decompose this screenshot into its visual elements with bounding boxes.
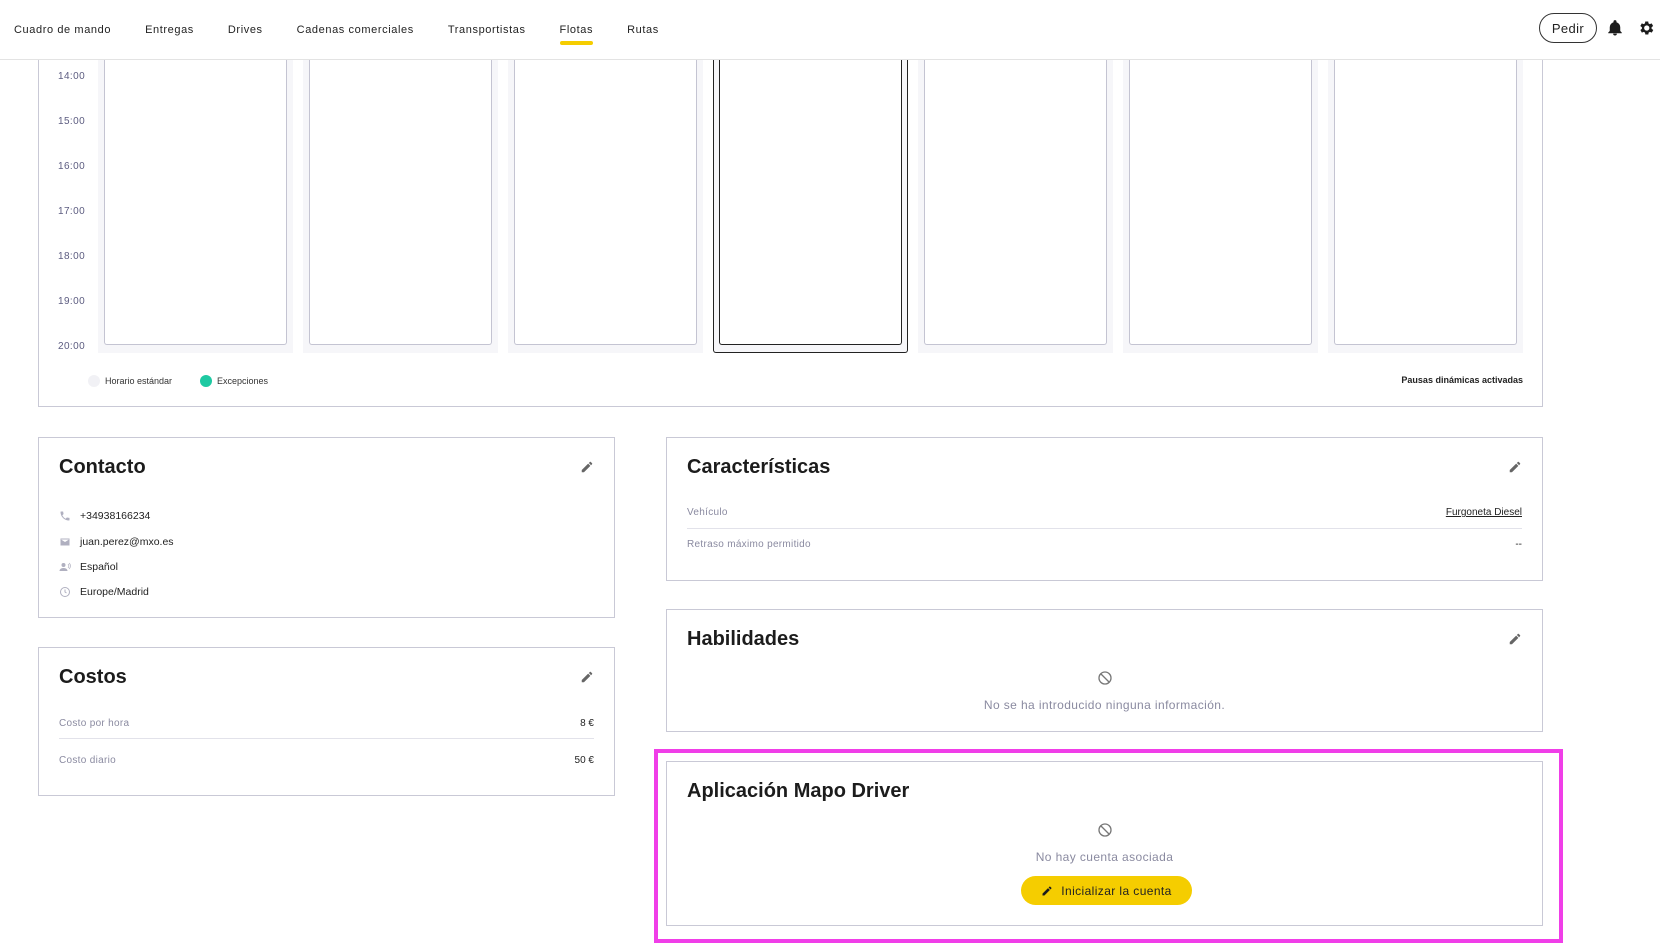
card-title: Habilidades [687,628,800,650]
day-slot[interactable] [1129,60,1312,345]
contact-email: juan.perez@mxo.es [80,536,174,548]
day-slot[interactable] [104,60,287,345]
skills-empty-message: No se ha introducido ninguna información… [983,698,1226,712]
nav-item-drives[interactable]: Drives [228,0,263,60]
pencil-edit-icon[interactable] [580,670,594,684]
contact-timezone-row: Europe/Madrid [59,586,149,598]
contact-phone-row: +34938166234 [59,510,150,522]
contact-phone: +34938166234 [80,510,151,522]
day-slot[interactable] [1334,60,1517,345]
day-column-selected[interactable] [713,60,908,353]
cost-daily-label: Costo diario [59,755,116,766]
max-delay-value: -- [1515,539,1522,550]
legend-exceptions: Excepciones [200,375,268,387]
divider [687,528,1522,529]
legend-standard-label: Horario estándar [105,376,173,386]
card-title: Características [687,456,831,478]
phone-icon [60,511,70,521]
day-slot[interactable] [309,60,492,345]
contact-card: Contacto +34938166234 juan.perez@mxo.es … [38,437,615,618]
nav-item-carriers[interactable]: Transportistas [448,0,526,60]
day-column[interactable] [918,60,1113,353]
bell-icon[interactable] [1606,19,1624,37]
time-label: 19:00 [58,296,86,307]
driver-app-card: Aplicación Mapo Driver No hay cuenta aso… [666,761,1543,926]
max-delay-label: Retraso máximo permitido [687,539,811,550]
day-slot[interactable] [924,60,1107,345]
day-column[interactable] [508,60,703,353]
pencil-edit-icon[interactable] [1508,460,1522,474]
contact-language: Español [80,561,118,573]
nav-item-fleets[interactable]: Flotas [559,0,594,60]
card-title: Costos [59,666,127,688]
day-column[interactable] [98,60,293,353]
language-icon [59,562,71,571]
time-label: 16:00 [58,161,86,172]
main-nav: Cuadro de mando Entregas Drives Cadenas … [14,0,693,60]
costs-card: Costos Costo por hora 8 € Costo diario 5… [38,647,615,796]
vehicle-label: Vehículo [687,507,728,518]
legend-dot-icon [200,375,212,387]
driver-app-empty-message: No hay cuenta asociada [1035,850,1174,864]
card-title: Contacto [59,456,146,478]
contact-email-row: juan.perez@mxo.es [59,536,174,548]
nav-item-routes[interactable]: Rutas [627,0,659,60]
nav-item-dashboard[interactable]: Cuadro de mando [14,0,111,60]
features-card: Características Vehículo Furgoneta Diese… [666,437,1543,581]
nav-item-deliveries[interactable]: Entregas [145,0,194,60]
initialize-account-button[interactable]: Inicializar la cuenta [1021,876,1192,905]
no-entry-icon [1098,671,1112,685]
contact-timezone: Europe/Madrid [80,586,149,598]
day-slot[interactable] [514,60,697,345]
skills-card: Habilidades No se ha introducido ninguna… [666,609,1543,732]
gear-icon[interactable] [1637,19,1655,37]
order-button[interactable]: Pedir [1539,13,1597,43]
pencil-icon [1042,886,1052,895]
divider [59,738,594,739]
cost-hourly-label: Costo por hora [59,718,130,729]
time-label: 14:00 [58,71,86,82]
time-label: 18:00 [58,251,86,262]
legend-exceptions-label: Excepciones [217,376,269,386]
day-column[interactable] [1123,60,1318,353]
time-label: 20:00 [58,341,86,352]
vehicle-link[interactable]: Furgoneta Diesel [1446,507,1522,518]
time-label: 17:00 [58,206,86,217]
dynamic-pauses-status: Pausas dinámicas activadas [1401,375,1523,385]
pencil-edit-icon[interactable] [1508,632,1522,646]
card-title: Aplicación Mapo Driver [687,780,910,802]
legend-standard: Horario estándar [88,375,172,387]
legend-dot-icon [88,375,100,387]
no-entry-icon [1098,823,1112,837]
cost-daily-value: 50 € [574,755,594,766]
mail-icon [60,538,70,546]
day-slot[interactable] [719,60,902,345]
top-navigation-bar: Cuadro de mando Entregas Drives Cadenas … [0,0,1660,60]
cost-hourly-value: 8 € [580,718,594,729]
day-column[interactable] [303,60,498,353]
nav-item-retail-chains[interactable]: Cadenas comerciales [297,0,414,60]
initialize-account-label: Inicializar la cuenta [1061,883,1172,898]
contact-language-row: Español [59,561,118,573]
pencil-edit-icon[interactable] [580,460,594,474]
day-column[interactable] [1328,60,1523,353]
time-label: 15:00 [58,116,86,127]
clock-icon [60,587,70,597]
